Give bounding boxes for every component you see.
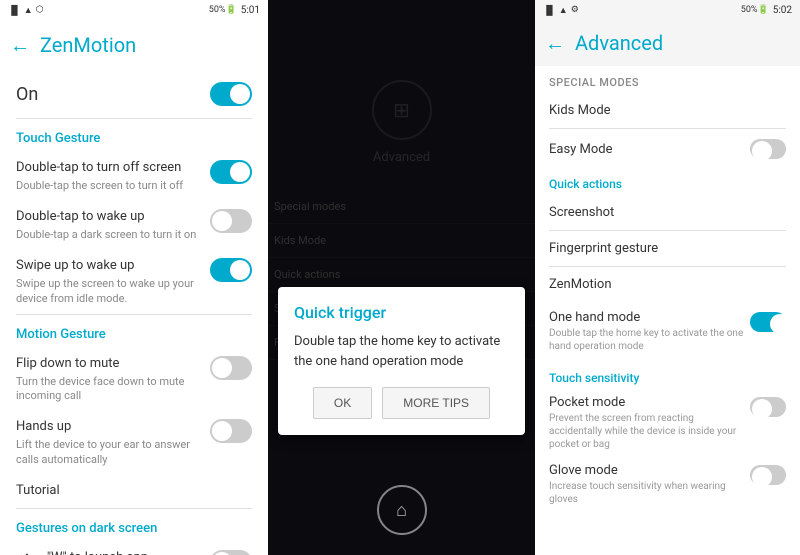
popup-buttons: OK MORE TIPS bbox=[294, 387, 509, 419]
setting-tutorial[interactable]: Tutorial bbox=[0, 475, 268, 508]
popup-title: Quick trigger bbox=[294, 303, 509, 322]
on-row: On bbox=[0, 70, 268, 118]
settings-icon-right: ⚙ bbox=[571, 5, 579, 15]
toggle-swipe-wake[interactable] bbox=[210, 258, 252, 282]
touch-gesture-header: Touch Gesture bbox=[0, 119, 268, 152]
status-bar-left: ▐▌ ▲ ⬡ 50%🔋 5:01 bbox=[0, 0, 268, 20]
pocket-mode-item: Pocket mode Prevent the screen from reac… bbox=[535, 389, 800, 457]
kids-mode-item[interactable]: Kids Mode bbox=[535, 93, 800, 128]
setting-title-w: "W" to launch app bbox=[47, 550, 202, 555]
setting-title-4: Flip down to mute bbox=[16, 356, 202, 373]
popup-desc: Double tap the home key to activate the … bbox=[294, 332, 509, 371]
toggle-double-tap-off[interactable] bbox=[210, 160, 252, 184]
setting-swipe-wake: Swipe up to wake up Swipe up the screen … bbox=[0, 250, 268, 313]
fingerprint-item[interactable]: Fingerprint gesture bbox=[535, 231, 800, 266]
setting-desc-5: Lift the device to your ear to answer ca… bbox=[16, 438, 202, 467]
dark-screen-header: Gestures on dark screen bbox=[0, 509, 268, 542]
zenmotion-label: ZenMotion bbox=[549, 277, 612, 292]
popup-more-tips-button[interactable]: MORE TIPS bbox=[382, 387, 490, 419]
signal-icons-right: ▐▌ ▲ ⚙ bbox=[543, 5, 579, 16]
fingerprint-label: Fingerprint gesture bbox=[549, 241, 658, 256]
panel-advanced: ▐▌ ▲ ⚙ 50%🔋 5:02 ← Advanced Special mode… bbox=[535, 0, 800, 555]
toggle-double-tap-wake[interactable] bbox=[210, 209, 252, 233]
status-bar-right: ▐▌ ▲ ⚙ 50%🔋 5:02 bbox=[535, 0, 800, 20]
settings-scroll[interactable]: On Touch Gesture Double-tap to turn off … bbox=[0, 70, 268, 555]
glove-mode-desc: Increase touch sensitivity when wearing … bbox=[549, 480, 744, 506]
dark-overlay bbox=[268, 0, 535, 555]
home-button[interactable]: ⌂ bbox=[377, 485, 427, 535]
quick-trigger-popup: Quick trigger Double tap the home key to… bbox=[278, 287, 525, 435]
setting-desc-2: Double-tap a dark screen to turn it on bbox=[16, 228, 202, 242]
toggle-hands-up[interactable] bbox=[210, 419, 252, 443]
setting-desc-4: Turn the device face down to mute incomi… bbox=[16, 375, 202, 404]
back-button-right[interactable]: ← bbox=[545, 31, 565, 56]
setting-title-1: Double-tap to turn off screen bbox=[16, 160, 202, 177]
wifi-icon: ▲ bbox=[24, 5, 33, 16]
one-hand-desc: Double tap the home key to activate the … bbox=[549, 327, 744, 353]
signal-icon-right: ▐▌ bbox=[543, 5, 556, 16]
popup-ok-button[interactable]: OK bbox=[313, 387, 372, 419]
setting-title-3: Swipe up to wake up bbox=[16, 258, 202, 275]
signal-icons: ▐▌ ▲ ⬡ bbox=[8, 5, 44, 16]
setting-desc-3: Swipe up the screen to wake up your devi… bbox=[16, 277, 202, 306]
easy-mode-item: Easy Mode bbox=[535, 129, 800, 169]
pocket-mode-desc: Prevent the screen from reacting acciden… bbox=[549, 412, 744, 451]
motion-gesture-header: Motion Gesture bbox=[0, 315, 268, 348]
kids-mode-label: Kids Mode bbox=[549, 103, 611, 118]
screenshot-item[interactable]: Screenshot bbox=[535, 195, 800, 230]
toggle-w-launch[interactable] bbox=[210, 550, 252, 555]
quick-actions-header: Quick actions bbox=[535, 169, 800, 195]
wifi-icon-right: ▲ bbox=[559, 5, 568, 16]
right-scroll[interactable]: Special modes Kids Mode Easy Mode Quick … bbox=[535, 66, 800, 555]
setting-flip-mute: Flip down to mute Turn the device face d… bbox=[0, 348, 268, 411]
glove-mode-title: Glove mode bbox=[549, 463, 744, 478]
touch-sensitivity-header: Touch sensitivity bbox=[535, 363, 800, 389]
setting-double-tap-wake: Double-tap to wake up Double-tap a dark … bbox=[0, 201, 268, 250]
screenshot-label: Screenshot bbox=[549, 205, 614, 220]
signal-icon: ▐▌ bbox=[8, 5, 21, 16]
panel-middle: ⊞ Advanced Special modes Kids Mode Quick… bbox=[268, 0, 535, 555]
special-modes-header: Special modes bbox=[535, 66, 800, 93]
glove-mode-toggle[interactable] bbox=[750, 465, 786, 485]
on-label: On bbox=[16, 84, 38, 105]
setting-w-launch: 🌤 "W" to launch app Weather bbox=[0, 542, 268, 555]
pocket-mode-title: Pocket mode bbox=[549, 395, 744, 410]
easy-mode-label: Easy Mode bbox=[549, 142, 613, 157]
panel-zenmotion: ▐▌ ▲ ⬡ 50%🔋 5:01 ← ZenMotion On Touch Ge… bbox=[0, 0, 268, 555]
setting-double-tap-off: Double-tap to turn off screen Double-tap… bbox=[0, 152, 268, 201]
time-display: 5:01 bbox=[241, 5, 260, 16]
top-bar-left: ← ZenMotion bbox=[0, 20, 268, 70]
page-title-left: ZenMotion bbox=[40, 33, 136, 57]
setting-title-tutorial: Tutorial bbox=[16, 483, 252, 500]
time-right: 5:02 bbox=[773, 5, 792, 16]
back-button[interactable]: ← bbox=[10, 33, 30, 58]
one-hand-mode-item: One hand mode Double tap the home key to… bbox=[535, 302, 800, 359]
one-hand-toggle[interactable] bbox=[750, 312, 786, 332]
glove-mode-item: Glove mode Increase touch sensitivity wh… bbox=[535, 457, 800, 512]
top-bar-right: ← Advanced bbox=[535, 20, 800, 66]
one-hand-title: One hand mode bbox=[549, 310, 744, 325]
battery-status: 50%🔋 bbox=[209, 5, 237, 15]
page-title-right: Advanced bbox=[575, 31, 663, 55]
easy-mode-toggle[interactable] bbox=[750, 139, 786, 159]
setting-title-2: Double-tap to wake up bbox=[16, 209, 202, 226]
battery-right: 50%🔋 bbox=[741, 5, 769, 15]
main-toggle[interactable] bbox=[210, 82, 252, 106]
bt-icon: ⬡ bbox=[36, 5, 44, 15]
zenmotion-item[interactable]: ZenMotion bbox=[535, 267, 800, 302]
pocket-mode-toggle[interactable] bbox=[750, 397, 786, 417]
setting-desc-1: Double-tap the screen to turn it off bbox=[16, 179, 202, 193]
home-icon: ⌂ bbox=[396, 500, 407, 521]
setting-title-5: Hands up bbox=[16, 419, 202, 436]
setting-hands-up: Hands up Lift the device to your ear to … bbox=[0, 411, 268, 474]
toggle-flip-mute[interactable] bbox=[210, 356, 252, 380]
